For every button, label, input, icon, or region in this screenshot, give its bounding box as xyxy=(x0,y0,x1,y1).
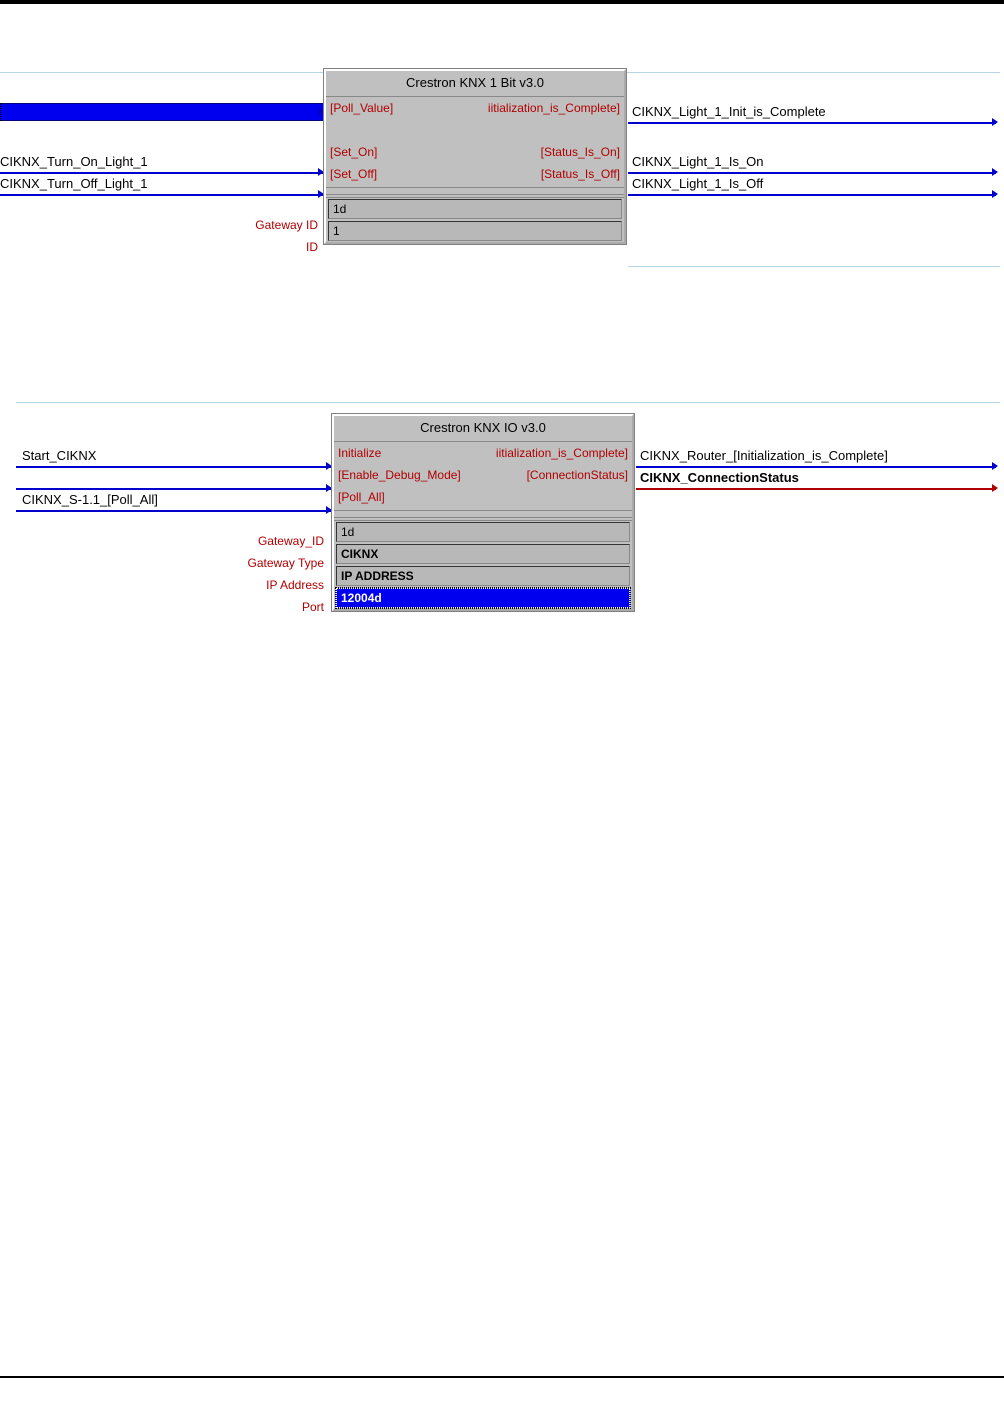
param-field-gateway-type[interactable]: CIKNX xyxy=(336,544,630,564)
signal-wire xyxy=(16,510,332,512)
signal-wire xyxy=(628,172,996,174)
module-title: Crestron KNX IO v3.0 xyxy=(334,416,632,442)
separator xyxy=(326,187,624,195)
param-field-ip-address[interactable]: IP ADDRESS xyxy=(336,566,630,586)
arrow-right-icon xyxy=(992,168,998,176)
io-row: [Set_On] [Status_Is_On] xyxy=(326,141,624,163)
input-port-initialize[interactable]: Initialize xyxy=(338,446,483,460)
output-port-init-complete[interactable]: iitialization_is_Complete] xyxy=(483,446,628,460)
signal-wire xyxy=(0,194,324,196)
module-knx-io[interactable]: Crestron KNX IO v3.0 Initialize iitializ… xyxy=(332,414,634,611)
arrow-right-icon xyxy=(992,190,998,198)
param-label-gateway-id: Gateway ID xyxy=(200,218,318,232)
signal-wire xyxy=(0,172,324,174)
bottom-rule xyxy=(0,1376,1004,1378)
output-port-init-complete[interactable]: iitialization_is_Complete] xyxy=(475,101,620,115)
signal-wire xyxy=(16,488,332,490)
input-port-poll-all[interactable]: [Poll_All] xyxy=(338,490,483,504)
output-port-status-off[interactable]: [Status_Is_Off] xyxy=(475,167,620,181)
input-signal-turn-on[interactable]: CIKNX_Turn_On_Light_1 xyxy=(0,154,148,169)
io-row: [Poll_All] xyxy=(334,486,632,508)
param-row: 12004d xyxy=(334,587,632,609)
param-field-gateway-id[interactable]: 1d xyxy=(336,522,630,542)
output-port-status-on[interactable]: [Status_Is_On] xyxy=(475,145,620,159)
arrow-right-icon xyxy=(992,484,998,492)
input-signal-turn-off[interactable]: CIKNX_Turn_Off_Light_1 xyxy=(0,176,147,191)
param-field-port[interactable]: 12004d xyxy=(336,588,630,608)
output-signal-init-complete[interactable]: CIKNX_Router_[Initialization_is_Complete… xyxy=(640,448,888,463)
input-signal-poll-all[interactable]: CIKNX_S-1.1_[Poll_All] xyxy=(22,492,158,507)
param-row: 1 xyxy=(326,220,624,242)
module-title: Crestron KNX 1 Bit v3.0 xyxy=(326,71,624,97)
signal-wire-analog xyxy=(636,488,996,490)
input-signal-start[interactable]: Start_CIKNX xyxy=(22,448,96,463)
output-signal-init[interactable]: CIKNX_Light_1_Init_is_Complete xyxy=(632,104,826,119)
signal-wire xyxy=(16,466,332,468)
param-field-id[interactable]: 1 xyxy=(328,221,622,241)
hairline xyxy=(16,402,1000,403)
output-signal-isoff[interactable]: CIKNX_Light_1_Is_Off xyxy=(632,176,763,191)
input-port-poll-value[interactable]: [Poll_Value] xyxy=(330,101,475,115)
param-label-gateway-id: Gateway_ID xyxy=(204,534,324,548)
arrow-right-icon xyxy=(992,462,998,470)
hairline xyxy=(628,266,1000,267)
signal-wire xyxy=(628,122,996,124)
io-row: [Set_Off] [Status_Is_Off] xyxy=(326,163,624,185)
top-rule xyxy=(0,0,1004,4)
param-field-gateway-id[interactable]: 1d xyxy=(328,199,622,219)
input-port-enable-debug[interactable]: [Enable_Debug_Mode] xyxy=(338,468,483,482)
param-label-gateway-type: Gateway Type xyxy=(204,556,324,570)
param-row: CIKNX xyxy=(334,543,632,565)
param-row: IP ADDRESS xyxy=(334,565,632,587)
param-area: 1d CIKNX IP ADDRESS 12004d xyxy=(334,520,632,609)
signal-wire xyxy=(628,194,996,196)
output-signal-ison[interactable]: CIKNX_Light_1_Is_On xyxy=(632,154,764,169)
param-area: 1d 1 xyxy=(326,197,624,242)
param-label-id: ID xyxy=(200,240,318,254)
signal-wire xyxy=(636,466,996,468)
selected-input-wire[interactable] xyxy=(0,103,324,121)
param-label-port: Port xyxy=(204,600,324,614)
output-signal-connection-status[interactable]: CIKNX_ConnectionStatus xyxy=(640,470,799,485)
output-port-connection-status[interactable]: [ConnectionStatus] xyxy=(483,468,628,482)
io-row: Initialize iitialization_is_Complete] xyxy=(334,442,632,464)
io-row: [Poll_Value] iitialization_is_Complete] xyxy=(326,97,624,119)
separator xyxy=(334,510,632,518)
param-label-ip-address: IP Address xyxy=(204,578,324,592)
io-row: [Enable_Debug_Mode] [ConnectionStatus] xyxy=(334,464,632,486)
input-port-set-off[interactable]: [Set_Off] xyxy=(330,167,475,181)
param-row: 1d xyxy=(326,198,624,220)
module-knx-1bit[interactable]: Crestron KNX 1 Bit v3.0 [Poll_Value] iit… xyxy=(324,69,626,244)
input-port-set-on[interactable]: [Set_On] xyxy=(330,145,475,159)
arrow-right-icon xyxy=(992,118,998,126)
param-row: 1d xyxy=(334,521,632,543)
